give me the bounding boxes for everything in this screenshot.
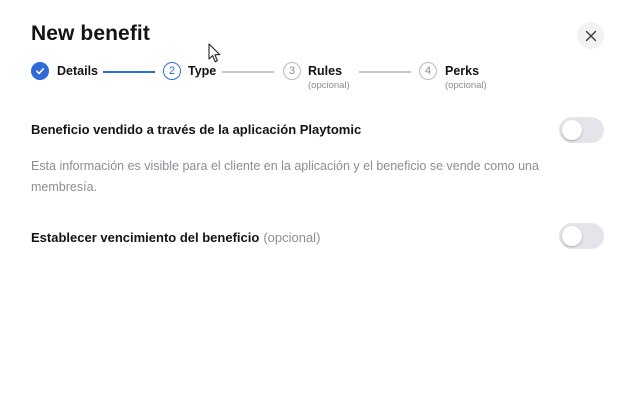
expiration-toggle[interactable] <box>559 223 604 249</box>
expiration-optional: (opcional) <box>263 230 321 245</box>
expiration-label: Establecer vencimiento del beneficio <box>31 230 260 245</box>
expiration-label-row: Establecer vencimiento del beneficio (opc… <box>31 230 320 245</box>
step-rules-number[interactable]: 3 <box>283 62 301 80</box>
stepper: Details 2 Type 3 Rules (opcional) 4 Perk… <box>0 0 636 100</box>
step-type-number[interactable]: 2 <box>163 62 181 80</box>
toggle-knob <box>562 226 582 246</box>
step-perks-label[interactable]: Perks <box>445 64 479 78</box>
check-icon <box>36 68 45 75</box>
new-benefit-modal: New benefit Details 2 Type 3 Rules (opci… <box>0 0 636 406</box>
step-connector <box>103 71 155 73</box>
step-rules-sub: (opcional) <box>308 80 350 91</box>
step-perks-sub: (opcional) <box>445 80 487 91</box>
step-details-label[interactable]: Details <box>57 64 98 78</box>
sold-via-app-label: Beneficio vendido a través de la aplicac… <box>31 122 362 137</box>
sold-via-app-help: Esta información es visible para el clie… <box>31 159 539 194</box>
step-connector <box>359 71 411 73</box>
step-details-check[interactable] <box>31 62 49 80</box>
toggle-knob <box>562 120 582 140</box>
step-rules-label[interactable]: Rules <box>308 64 342 78</box>
sold-via-app-toggle[interactable] <box>559 117 604 143</box>
mouse-cursor-icon <box>208 43 221 63</box>
step-connector <box>222 71 274 73</box>
step-type-label[interactable]: Type <box>188 64 216 78</box>
step-perks-number[interactable]: 4 <box>419 62 437 80</box>
